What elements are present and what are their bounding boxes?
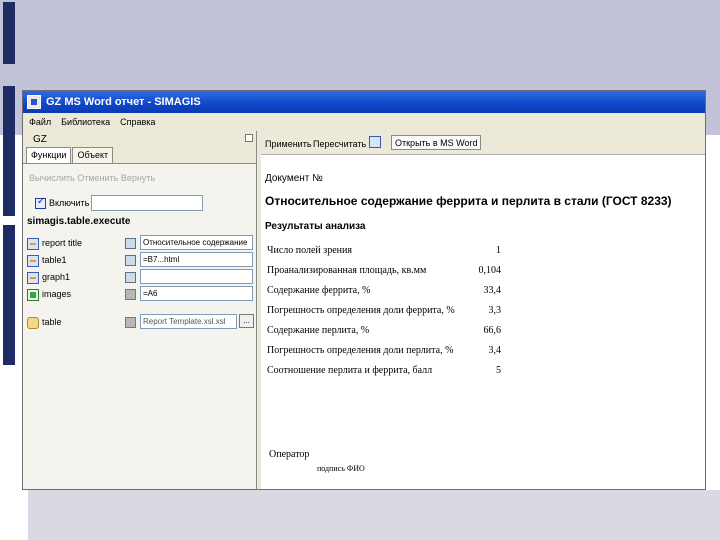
param-label-images: images — [42, 289, 72, 299]
param-field-table1[interactable]: =B7...html — [140, 252, 253, 267]
slide-accent-bar — [3, 2, 15, 64]
param-picker-button[interactable] — [125, 238, 136, 249]
window-body: GZ Функции Объект Вычислить Отменить Вер… — [23, 131, 705, 489]
result-value: 33,4 — [483, 285, 502, 296]
param-picker-button[interactable] — [125, 289, 136, 300]
param-field-graph1[interactable] — [140, 269, 253, 284]
enable-value-input[interactable] — [91, 195, 203, 211]
left-tabs: Функции Объект — [26, 147, 114, 163]
open-in-word-button[interactable]: Открыть в MS Word — [391, 135, 482, 150]
report-pane: Применить Пересчитать Открыть в MS Word … — [261, 131, 705, 489]
slide-bottom-strip — [28, 490, 720, 540]
image-param-icon — [27, 289, 39, 301]
result-label: Проанализированная площадь, кв.мм — [267, 265, 427, 276]
result-label: Погрешность определения доли перлита, % — [267, 345, 454, 356]
signature-line: подпись ФИО — [317, 464, 365, 473]
title-bar[interactable]: GZ MS Word отчет - SIMAGIS — [23, 91, 705, 113]
left-pane: GZ Функции Объект Вычислить Отменить Вер… — [23, 131, 257, 489]
tab-functions[interactable]: Функции — [26, 147, 72, 163]
enable-checkbox[interactable] — [35, 196, 46, 209]
menu-library[interactable]: Библиотека — [61, 117, 110, 127]
app-window: GZ MS Word отчет - SIMAGIS Файл Библиоте… — [22, 90, 706, 490]
report-title: Относительное содержание феррита и перли… — [265, 194, 672, 208]
functions-panel: Вычислить Отменить Вернуть Включить sima… — [23, 163, 256, 489]
menu-bar: Файл Библиотека Справка — [23, 113, 705, 131]
slide-accent-bar — [3, 225, 15, 365]
pane-toggle-button[interactable] — [245, 134, 253, 142]
results-heading: Результаты анализа — [265, 221, 366, 232]
function-name: simagis.table.execute — [27, 216, 131, 227]
param-picker-button[interactable] — [125, 255, 136, 266]
function-header: GZ — [33, 134, 47, 145]
result-value: 5 — [496, 365, 501, 376]
recalculate-button[interactable]: Пересчитать — [313, 139, 366, 149]
hand-icon — [27, 317, 39, 329]
param-label-table1: table1 — [42, 255, 67, 265]
document-number: Документ № — [265, 173, 323, 184]
menu-help[interactable]: Справка — [120, 117, 155, 127]
result-label: Содержание перлита, % — [267, 325, 370, 336]
result-label: Содержание феррита, % — [267, 285, 371, 296]
operator-label: Оператор — [269, 449, 310, 460]
result-label: Число полей зрения — [267, 245, 352, 256]
report-toolbar: Применить Пересчитать Открыть в MS Word — [261, 131, 705, 155]
enable-checkbox-label: Включить — [49, 198, 90, 208]
result-value: 3,4 — [488, 345, 502, 356]
param-label-table: table — [42, 317, 62, 327]
parameter-icon — [27, 272, 39, 284]
result-value: 66,6 — [483, 325, 502, 336]
result-label: Соотношение перлита и феррита, балл — [267, 365, 433, 376]
result-value: 3,3 — [488, 305, 502, 316]
result-value: 0,104 — [478, 265, 502, 276]
param-picker-button[interactable] — [125, 272, 136, 283]
param-picker-button[interactable] — [125, 317, 136, 328]
param-field-report-title[interactable]: Относительное содержание — [140, 235, 253, 250]
word-icon[interactable] — [369, 136, 381, 148]
action-links[interactable]: Вычислить Отменить Вернуть — [29, 173, 155, 183]
browse-button[interactable]: ... — [239, 314, 254, 328]
result-value: 1 — [496, 245, 501, 256]
parameter-icon — [27, 238, 39, 250]
param-label-report-title: report title — [42, 238, 83, 248]
param-label-graph1: graph1 — [42, 272, 71, 282]
slide-accent-bar — [3, 86, 15, 216]
tab-object[interactable]: Объект — [72, 147, 114, 163]
window-title: GZ MS Word отчет - SIMAGIS — [46, 96, 201, 108]
apply-button[interactable]: Применить — [265, 139, 312, 149]
param-field-images[interactable]: =A6 — [140, 286, 253, 301]
menu-file[interactable]: Файл — [29, 117, 51, 127]
param-field-template[interactable]: Report Template.xsl.xsl — [140, 314, 237, 329]
app-icon — [27, 95, 41, 109]
parameter-icon — [27, 255, 39, 267]
result-label: Погрешность определения доли феррита, % — [267, 305, 455, 316]
